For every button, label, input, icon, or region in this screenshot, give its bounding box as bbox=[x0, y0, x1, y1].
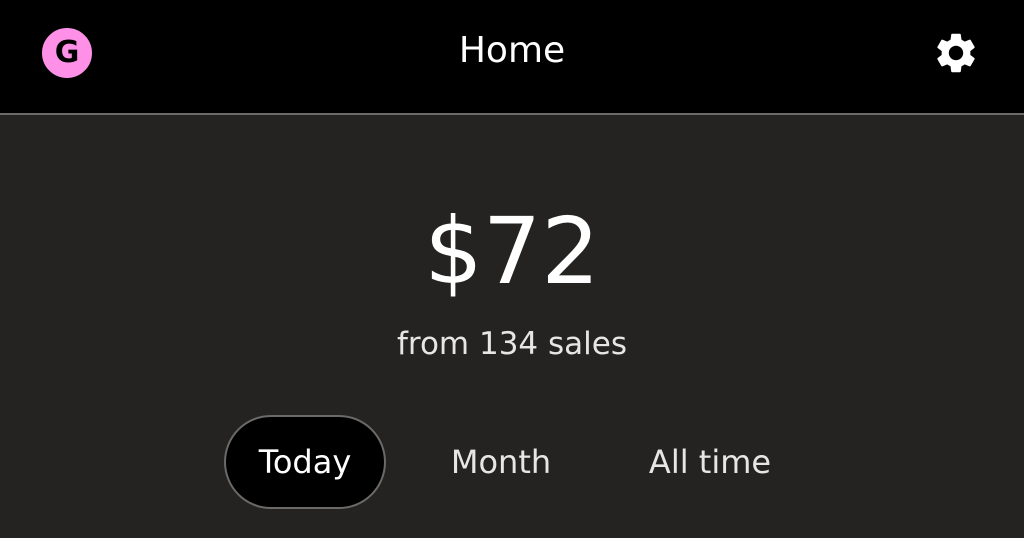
top-bar: G Home bbox=[0, 0, 1024, 115]
gear-icon bbox=[937, 33, 975, 73]
sales-count-subtitle: from 134 sales bbox=[396, 326, 627, 362]
period-tabs: Today Month All time bbox=[0, 415, 1024, 509]
tab-month[interactable]: Month bbox=[420, 415, 582, 509]
sales-amount: $72 bbox=[424, 198, 600, 305]
settings-button[interactable] bbox=[932, 29, 980, 77]
page-title: Home bbox=[458, 30, 566, 71]
tab-today[interactable]: Today bbox=[224, 415, 386, 509]
tab-all-time[interactable]: All time bbox=[620, 415, 800, 509]
